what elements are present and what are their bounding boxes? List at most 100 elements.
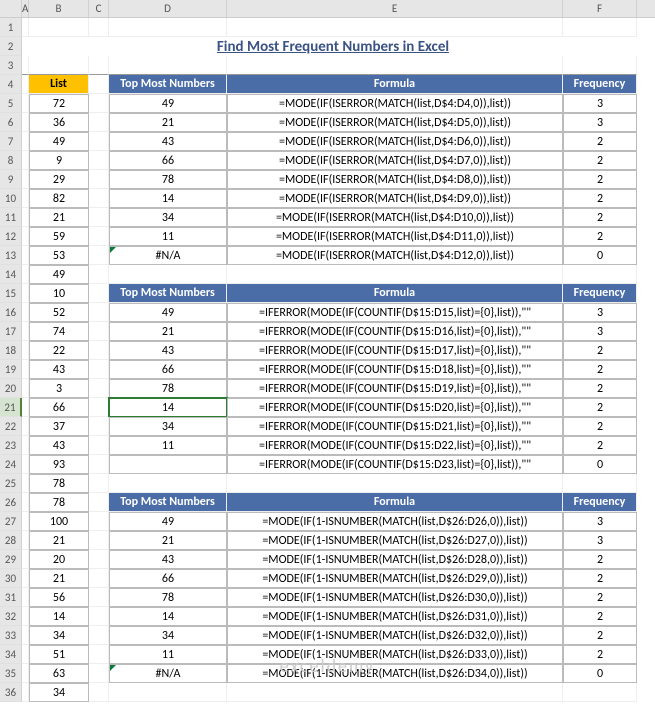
row-header-5[interactable]: 5	[0, 94, 22, 113]
top-header[interactable]: Top Most Numbers	[109, 75, 227, 94]
row-header-34[interactable]: 34	[0, 645, 22, 664]
row-header-26[interactable]: 26	[0, 493, 22, 512]
row-header-13[interactable]: 13	[0, 246, 22, 265]
top-cell[interactable]: 78	[109, 588, 227, 607]
list-cell[interactable]: 29	[29, 170, 89, 189]
freq-cell[interactable]: 2	[563, 588, 637, 607]
top-cell[interactable]: 49	[109, 94, 227, 113]
formula-cell[interactable]: =MODE(IF(1-ISNUMBER(MATCH(list,D$26:D30,…	[227, 588, 563, 607]
row-header-15[interactable]: 15	[0, 284, 22, 303]
top-header[interactable]: Top Most Numbers	[109, 493, 227, 512]
freq-cell[interactable]: 2	[563, 436, 637, 455]
list-cell[interactable]: 93	[29, 455, 89, 474]
row-header-31[interactable]: 31	[0, 588, 22, 607]
freq-cell[interactable]: 0	[563, 455, 637, 474]
col-D[interactable]: D	[109, 0, 227, 17]
top-cell[interactable]: 78	[109, 379, 227, 398]
freq-cell[interactable]: 3	[563, 94, 637, 113]
row-header-14[interactable]: 14	[0, 265, 22, 284]
freq-cell[interactable]: 0	[563, 246, 637, 265]
list-cell[interactable]: 21	[29, 569, 89, 588]
list-cell[interactable]: 20	[29, 550, 89, 569]
formula-cell[interactable]: =MODE(IF(ISERROR(MATCH(list,D$4:D9,0)),l…	[227, 189, 563, 208]
row-header-12[interactable]: 12	[0, 227, 22, 246]
formula-cell[interactable]: =MODE(IF(1-ISNUMBER(MATCH(list,D$26:D34,…	[227, 664, 563, 683]
list-cell[interactable]: 43	[29, 436, 89, 455]
freq-cell[interactable]: 2	[563, 151, 637, 170]
formula-header[interactable]: Formula	[227, 493, 563, 512]
freq-cell[interactable]: 2	[563, 341, 637, 360]
top-cell[interactable]: 49	[109, 303, 227, 322]
top-cell[interactable]: 21	[109, 322, 227, 341]
top-cell[interactable]: 43	[109, 550, 227, 569]
top-header[interactable]: Top Most Numbers	[109, 284, 227, 303]
formula-cell[interactable]: =MODE(IF(ISERROR(MATCH(list,D$4:D12,0)),…	[227, 246, 563, 265]
top-cell[interactable]: 66	[109, 151, 227, 170]
formula-cell[interactable]: =MODE(IF(ISERROR(MATCH(list,D$4:D5,0)),l…	[227, 113, 563, 132]
list-cell[interactable]: 56	[29, 588, 89, 607]
list-header[interactable]: List	[29, 75, 89, 94]
freq-header[interactable]: Frequency	[563, 75, 637, 94]
freq-cell[interactable]: 2	[563, 189, 637, 208]
row-header-36[interactable]: 36	[0, 683, 22, 702]
list-cell[interactable]: 63	[29, 664, 89, 683]
row-header-8[interactable]: 8	[0, 151, 22, 170]
top-cell[interactable]: 43	[109, 132, 227, 151]
row-header-1[interactable]: 1	[0, 18, 22, 37]
list-cell[interactable]: 34	[29, 683, 89, 702]
list-cell[interactable]: 22	[29, 341, 89, 360]
freq-cell[interactable]: 0	[563, 664, 637, 683]
row-header-3[interactable]: 3	[0, 56, 22, 75]
row-header-33[interactable]: 33	[0, 626, 22, 645]
top-cell[interactable]: #N/A	[109, 664, 227, 683]
row-header-20[interactable]: 20	[0, 379, 22, 398]
freq-cell[interactable]: 2	[563, 208, 637, 227]
list-cell[interactable]: 66	[29, 398, 89, 417]
row-header-7[interactable]: 7	[0, 132, 22, 151]
row-header-21[interactable]: 21	[0, 398, 22, 417]
top-cell[interactable]: 34	[109, 626, 227, 645]
list-cell[interactable]: 49	[29, 265, 89, 284]
top-cell[interactable]: 34	[109, 208, 227, 227]
list-cell[interactable]: 82	[29, 189, 89, 208]
row-header-22[interactable]: 22	[0, 417, 22, 436]
col-F[interactable]: F	[563, 0, 637, 17]
list-cell[interactable]: 59	[29, 227, 89, 246]
formula-cell[interactable]: =MODE(IF(ISERROR(MATCH(list,D$4:D6,0)),l…	[227, 132, 563, 151]
list-cell[interactable]: 36	[29, 113, 89, 132]
row-header-29[interactable]: 29	[0, 550, 22, 569]
formula-cell[interactable]: =MODE(IF(ISERROR(MATCH(list,D$4:D4,0)),l…	[227, 94, 563, 113]
list-cell[interactable]: 78	[29, 474, 89, 493]
freq-cell[interactable]: 2	[563, 398, 637, 417]
row-header-16[interactable]: 16	[0, 303, 22, 322]
formula-cell[interactable]: =IFERROR(MODE(IF(COUNTIF(D$15:D23,list)=…	[227, 455, 563, 474]
top-cell[interactable]: 66	[109, 360, 227, 379]
freq-cell[interactable]: 2	[563, 170, 637, 189]
row-header-9[interactable]: 9	[0, 170, 22, 189]
list-cell[interactable]: 51	[29, 645, 89, 664]
row-header-35[interactable]: 35	[0, 664, 22, 683]
formula-header[interactable]: Formula	[227, 75, 563, 94]
freq-cell[interactable]: 2	[563, 550, 637, 569]
list-cell[interactable]: 74	[29, 322, 89, 341]
top-cell[interactable]: 14	[109, 607, 227, 626]
top-cell[interactable]: 34	[109, 417, 227, 436]
row-header-11[interactable]: 11	[0, 208, 22, 227]
row-header-27[interactable]: 27	[0, 512, 22, 531]
formula-cell[interactable]: =IFERROR(MODE(IF(COUNTIF(D$15:D22,list)=…	[227, 436, 563, 455]
top-cell[interactable]: 11	[109, 227, 227, 246]
list-cell[interactable]: 49	[29, 132, 89, 151]
formula-cell[interactable]: =MODE(IF(ISERROR(MATCH(list,D$4:D8,0)),l…	[227, 170, 563, 189]
list-cell[interactable]: 34	[29, 626, 89, 645]
freq-cell[interactable]: 3	[563, 531, 637, 550]
top-cell[interactable]: #N/A	[109, 246, 227, 265]
formula-cell[interactable]: =MODE(IF(1-ISNUMBER(MATCH(list,D$26:D29,…	[227, 569, 563, 588]
top-cell[interactable]: 11	[109, 436, 227, 455]
formula-cell[interactable]: =IFERROR(MODE(IF(COUNTIF(D$15:D19,list)=…	[227, 379, 563, 398]
freq-cell[interactable]: 2	[563, 645, 637, 664]
row-header-28[interactable]: 28	[0, 531, 22, 550]
freq-cell[interactable]: 3	[563, 303, 637, 322]
list-cell[interactable]: 78	[29, 493, 89, 512]
formula-cell[interactable]: =IFERROR(MODE(IF(COUNTIF(D$15:D18,list)=…	[227, 360, 563, 379]
row-header-10[interactable]: 10	[0, 189, 22, 208]
